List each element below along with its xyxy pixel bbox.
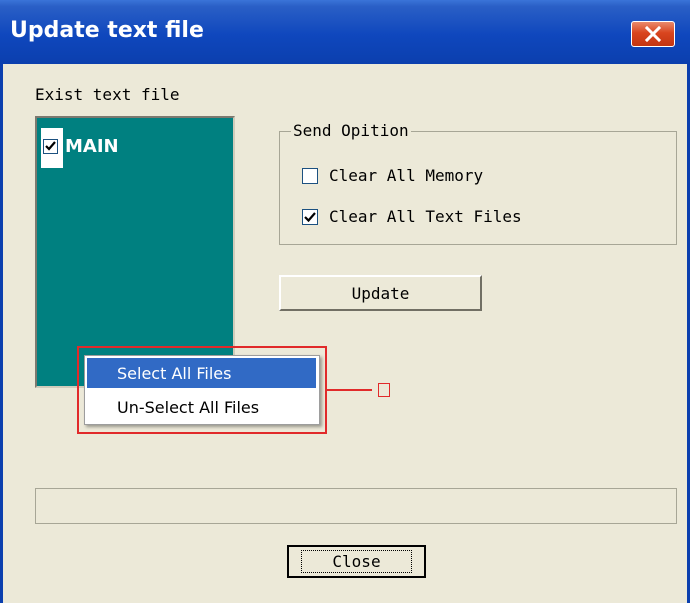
file-name: MAIN <box>65 136 119 157</box>
window-frame-left <box>0 64 3 603</box>
file-checkbox[interactable] <box>41 128 63 168</box>
send-option-legend: Send Opition <box>291 121 411 140</box>
checkmark-icon <box>304 211 316 222</box>
send-option-group <box>279 131 677 245</box>
menu-item-unselect-all-files[interactable]: Un-Select All Files <box>87 392 316 422</box>
close-button[interactable]: Close <box>287 545 426 578</box>
annotation-callout-line <box>327 389 372 391</box>
clear-all-memory-label: Clear All Memory <box>329 166 484 185</box>
exist-text-file-label: Exist text file <box>35 85 180 104</box>
title-bar[interactable]: Update text file <box>0 0 690 64</box>
annotation-callout-box <box>378 383 390 397</box>
clear-all-text-files-label: Clear All Text Files <box>329 207 522 226</box>
window-title: Update text file <box>10 18 204 43</box>
title-close-button[interactable] <box>631 21 675 47</box>
checkmark-icon <box>45 141 56 151</box>
progress-bar <box>35 488 677 524</box>
clear-all-text-files-checkbox[interactable] <box>302 208 318 225</box>
close-button-label: Close <box>301 550 412 573</box>
clear-all-text-files-option[interactable]: Clear All Text Files <box>302 207 522 226</box>
context-menu: Select All Files Un-Select All Files <box>84 355 320 425</box>
close-icon <box>644 26 662 42</box>
clear-all-memory-option[interactable]: Clear All Memory <box>302 166 483 185</box>
clear-all-memory-checkbox[interactable] <box>302 167 318 184</box>
update-text-file-dialog: Update text file Exist text file MAIN Se… <box>0 0 690 603</box>
file-list-item[interactable]: MAIN <box>41 128 119 168</box>
menu-item-select-all-files[interactable]: Select All Files <box>87 358 316 388</box>
update-button[interactable]: Update <box>279 275 482 311</box>
